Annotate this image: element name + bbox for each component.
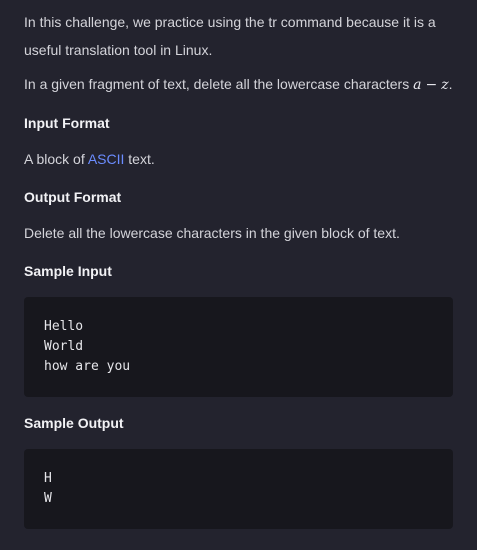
sample-output-line: H bbox=[44, 471, 52, 486]
output-format-heading: Output Format bbox=[24, 189, 122, 205]
math-expression: a − z bbox=[413, 77, 448, 93]
math-z: z bbox=[441, 77, 449, 93]
output-format-text: Delete all the lowercase characters in t… bbox=[24, 225, 400, 241]
sample-output-codeblock[interactable]: H W bbox=[24, 449, 453, 529]
sample-input-heading: Sample Input bbox=[24, 263, 112, 279]
input-format-heading: Input Format bbox=[24, 115, 110, 131]
intro-paragraph: In this challenge, we practice using the… bbox=[24, 14, 436, 58]
sample-input-line: Hello bbox=[44, 319, 84, 334]
math-minus: − bbox=[425, 77, 438, 93]
task-paragraph: In a given fragment of text, delete all … bbox=[24, 70, 453, 99]
task-period: . bbox=[448, 76, 453, 92]
input-format-text-after: text. bbox=[124, 151, 155, 167]
problem-statement: In this challenge, we practice using the… bbox=[0, 0, 477, 529]
ascii-link[interactable]: ASCII bbox=[88, 151, 125, 167]
sample-output-heading: Sample Output bbox=[24, 415, 124, 431]
task-text: In a given fragment of text, delete all … bbox=[24, 76, 414, 92]
input-format-text: A block of ASCII text. bbox=[24, 149, 453, 169]
input-format-text-before: A block of bbox=[24, 151, 88, 167]
sample-input-codeblock[interactable]: Hello World how are you bbox=[24, 297, 453, 397]
sample-input-line: how are you bbox=[44, 359, 131, 374]
sample-input-line: World bbox=[44, 339, 84, 354]
sample-output-line: W bbox=[44, 491, 52, 506]
